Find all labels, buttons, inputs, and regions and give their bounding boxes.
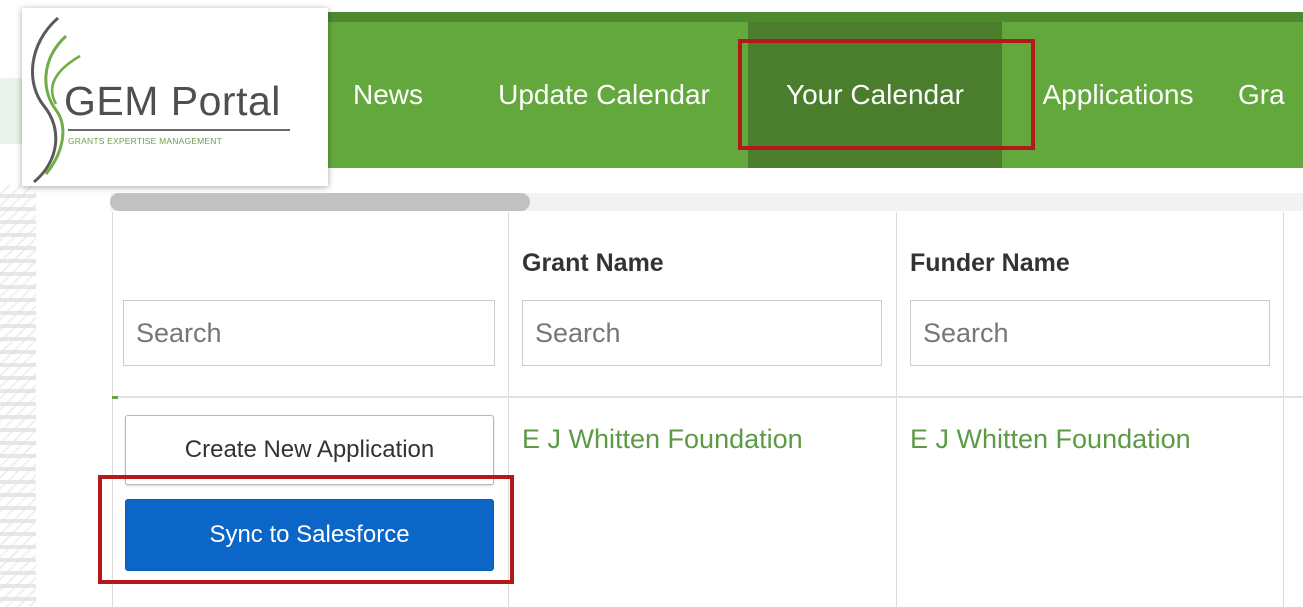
row-accent [112, 396, 118, 399]
left-tab-accent [0, 78, 22, 144]
highlight-your-calendar [738, 39, 1035, 150]
column-divider [896, 212, 897, 607]
nav-update-calendar[interactable]: Update Calendar [459, 22, 749, 168]
nav-grants-truncated[interactable]: Gra [1238, 22, 1303, 168]
grant-name-link[interactable]: E J Whitten Foundation [522, 424, 803, 455]
gem-portal-logo[interactable]: GEM Portal GRANTS EXPERTISE MANAGEMENT [22, 8, 328, 186]
logo-title: GEM Portal [64, 78, 281, 124]
decorative-chevron-strip [0, 185, 36, 607]
search-input-actions[interactable] [123, 300, 495, 366]
column-divider [1283, 212, 1284, 607]
funder-name-link[interactable]: E J Whitten Foundation [910, 424, 1191, 455]
header-row-divider [112, 396, 1303, 398]
column-header-grant-name[interactable]: Grant Name [522, 249, 664, 278]
nav-news[interactable]: News [336, 22, 440, 168]
search-input-grant-name[interactable] [522, 300, 882, 366]
scrollbar-thumb[interactable] [110, 193, 530, 211]
horizontal-scrollbar[interactable] [110, 193, 1303, 211]
logo-divider [68, 129, 290, 131]
logo-subtitle: GRANTS EXPERTISE MANAGEMENT [68, 136, 223, 146]
search-input-funder-name[interactable] [910, 300, 1270, 366]
column-header-funder-name[interactable]: Funder Name [910, 249, 1070, 278]
nav-applications[interactable]: Applications [1018, 22, 1218, 168]
highlight-sync-button [98, 475, 514, 584]
